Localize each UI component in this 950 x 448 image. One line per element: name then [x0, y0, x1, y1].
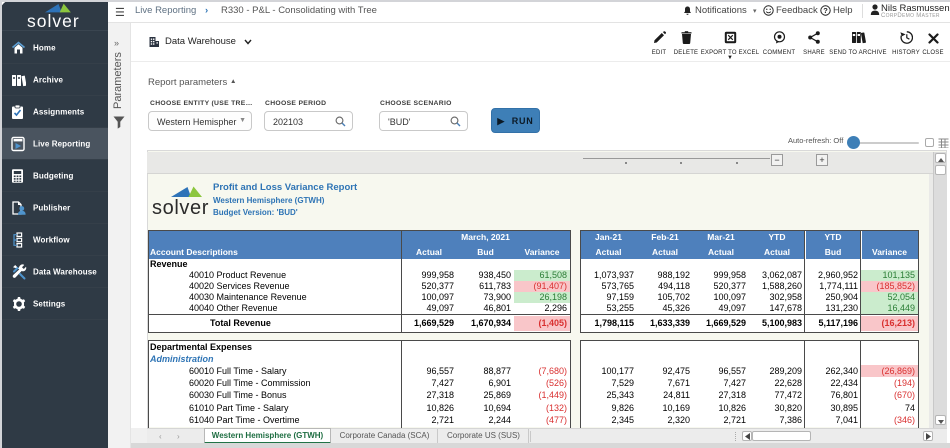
svg-text:?: ? — [823, 6, 828, 15]
